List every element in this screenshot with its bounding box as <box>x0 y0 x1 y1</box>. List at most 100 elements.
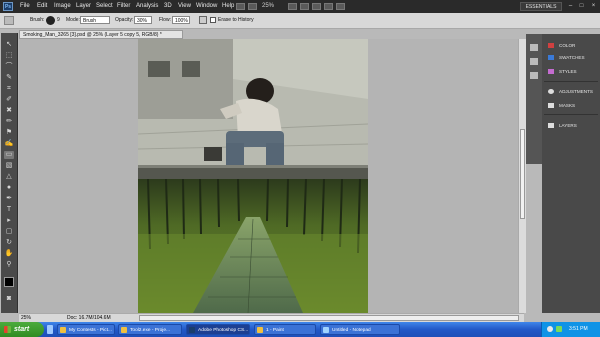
dodge-tool-icon[interactable]: ● <box>4 184 14 192</box>
menu-analysis[interactable]: Analysis <box>136 3 158 9</box>
mode-label: Mode: <box>66 17 80 23</box>
history-brush-tool-icon[interactable]: ✍ <box>4 140 14 148</box>
task-label: Untitled - Notepad <box>332 328 371 333</box>
path-select-tool-icon[interactable]: ▸ <box>4 217 14 225</box>
options-bar: Brush: 9 Mode: Brush Opacity: 30% Flow: … <box>0 13 600 29</box>
panel-swatches-label: SWATCHES <box>559 55 585 60</box>
start-button[interactable]: start <box>0 322 44 337</box>
clock[interactable]: 3:51 PM <box>569 322 588 337</box>
panel-adjustments[interactable]: ADJUSTMENTS <box>544 86 598 97</box>
menu-window[interactable]: Window <box>196 3 217 9</box>
document-image[interactable] <box>138 39 368 313</box>
airbrush-icon[interactable] <box>199 16 207 24</box>
foreground-color-swatch[interactable] <box>4 277 14 287</box>
minimize-button[interactable]: – <box>566 2 575 10</box>
horizontal-scrollbar[interactable] <box>139 315 519 321</box>
system-tray: 3:51 PM <box>541 322 600 337</box>
collapsed-panel-icons <box>526 34 542 164</box>
volume-icon[interactable] <box>547 326 553 332</box>
flow-input[interactable]: 100% <box>172 16 190 24</box>
vertical-scrollbar[interactable] <box>518 39 526 313</box>
3d-rotate-tool-icon[interactable]: ↻ <box>4 239 14 247</box>
zoom-view-icon[interactable] <box>300 3 309 10</box>
brush-size: 9 <box>57 17 60 23</box>
menu-file[interactable]: File <box>20 3 30 9</box>
bridge-icon[interactable] <box>236 3 245 10</box>
menu-select[interactable]: Select <box>96 3 113 9</box>
masks-icon <box>548 103 554 108</box>
network-icon[interactable] <box>556 326 562 332</box>
quick-launch-icon[interactable] <box>47 325 53 334</box>
hand-view-icon[interactable] <box>288 3 297 10</box>
panel-dock: COLOR SWATCHES STYLES ADJUSTMENTS MASKS … <box>542 34 600 313</box>
lasso-tool-icon[interactable]: ⌒ <box>4 63 14 71</box>
menu-filter[interactable]: Filter <box>117 3 130 9</box>
blur-tool-icon[interactable]: △ <box>4 173 14 181</box>
menu-layer[interactable]: Layer <box>76 3 91 9</box>
character-panel-icon[interactable] <box>530 72 538 79</box>
arrange-docs-icon[interactable] <box>324 3 333 10</box>
document-tab[interactable]: Smoking_Man_3265 [3].psd @ 25% (Layer 5 … <box>19 30 183 39</box>
panel-styles-label: STYLES <box>559 69 577 74</box>
panel-adjustments-label: ADJUSTMENTS <box>559 89 593 94</box>
menu-edit[interactable]: Edit <box>37 3 47 9</box>
brush-tool-icon[interactable]: ✏ <box>4 118 14 126</box>
eyedropper-tool-icon[interactable]: ✐ <box>4 96 14 104</box>
panel-styles[interactable]: STYLES <box>544 66 598 77</box>
maximize-button[interactable]: □ <box>577 2 586 10</box>
move-tool-icon[interactable]: ↖ <box>4 41 14 49</box>
pen-tool-icon[interactable]: ✒ <box>4 195 14 203</box>
crop-tool-icon[interactable]: ⌗ <box>4 85 14 93</box>
brush-preview-icon[interactable] <box>46 16 55 25</box>
quick-mask-icon[interactable]: ◙ <box>4 295 14 303</box>
panel-swatches[interactable]: SWATCHES <box>544 52 598 63</box>
rotate-view-icon[interactable] <box>312 3 321 10</box>
mode-select[interactable]: Brush <box>80 16 110 24</box>
panel-layers[interactable]: LAYERS <box>544 120 598 131</box>
quick-select-tool-icon[interactable]: ✎ <box>4 74 14 82</box>
erase-history-label: Erase to History <box>218 17 254 23</box>
taskbar-item-paint[interactable]: 1 - Paint <box>254 324 316 335</box>
panel-divider <box>544 81 598 82</box>
taskbar-item-my-contests[interactable]: My Contests - Pict... <box>57 324 115 335</box>
workspace-switcher[interactable]: ESSENTIALS <box>520 2 562 11</box>
type-tool-icon[interactable]: T <box>4 206 14 214</box>
eraser-tool-icon[interactable]: ▭ <box>4 151 14 159</box>
task-label: Adobe Photoshop CS... <box>198 328 249 333</box>
panel-masks[interactable]: MASKS <box>544 100 598 111</box>
clone-stamp-tool-icon[interactable]: ⚑ <box>4 129 14 137</box>
panel-color[interactable]: COLOR <box>544 40 598 51</box>
menu-bar: Ps File Edit Image Layer Select Filter A… <box>0 0 600 13</box>
taskbar-item-notepad[interactable]: Untitled - Notepad <box>320 324 400 335</box>
taskbar-item-tool2[interactable]: Tool2.exe - Proje... <box>118 324 182 335</box>
menu-image[interactable]: Image <box>54 3 71 9</box>
close-button[interactable]: × <box>589 2 598 10</box>
screen-mode-icon[interactable] <box>336 3 345 10</box>
menu-view[interactable]: View <box>178 3 191 9</box>
history-panel-icon[interactable] <box>530 44 538 51</box>
styles-icon <box>548 69 554 74</box>
vertical-scroll-thumb[interactable] <box>520 129 525 219</box>
visual-studio-icon <box>121 327 127 333</box>
mini-bridge-icon[interactable] <box>248 3 257 10</box>
hand-tool-icon[interactable]: ✋ <box>4 250 14 258</box>
shape-tool-icon[interactable]: ▢ <box>4 228 14 236</box>
healing-tool-icon[interactable]: ✖ <box>4 107 14 115</box>
brush-label: Brush: <box>30 17 45 23</box>
photoshop-logo: Ps <box>3 2 13 11</box>
zoom-level-menu[interactable]: 25% <box>262 3 274 9</box>
panel-divider <box>544 114 598 115</box>
erase-history-checkbox[interactable] <box>210 17 216 23</box>
opacity-input[interactable]: 30% <box>134 16 152 24</box>
actions-panel-icon[interactable] <box>530 58 538 65</box>
eraser-tool-preset-icon[interactable] <box>4 16 14 25</box>
toolbox: ↖ ⬚ ⌒ ✎ ⌗ ✐ ✖ ✏ ⚑ ✍ ▭ ▧ △ ● ✒ T ▸ ▢ ↻ ✋ … <box>1 33 18 313</box>
zoom-tool-icon[interactable]: ⚲ <box>4 261 14 269</box>
layers-icon <box>548 123 554 128</box>
marquee-tool-icon[interactable]: ⬚ <box>4 52 14 60</box>
gradient-tool-icon[interactable]: ▧ <box>4 162 14 170</box>
windows-flag-icon <box>4 326 11 333</box>
menu-3d[interactable]: 3D <box>164 3 172 9</box>
taskbar-item-photoshop[interactable]: Adobe Photoshop CS... <box>186 324 250 335</box>
menu-help[interactable]: Help <box>222 3 234 9</box>
